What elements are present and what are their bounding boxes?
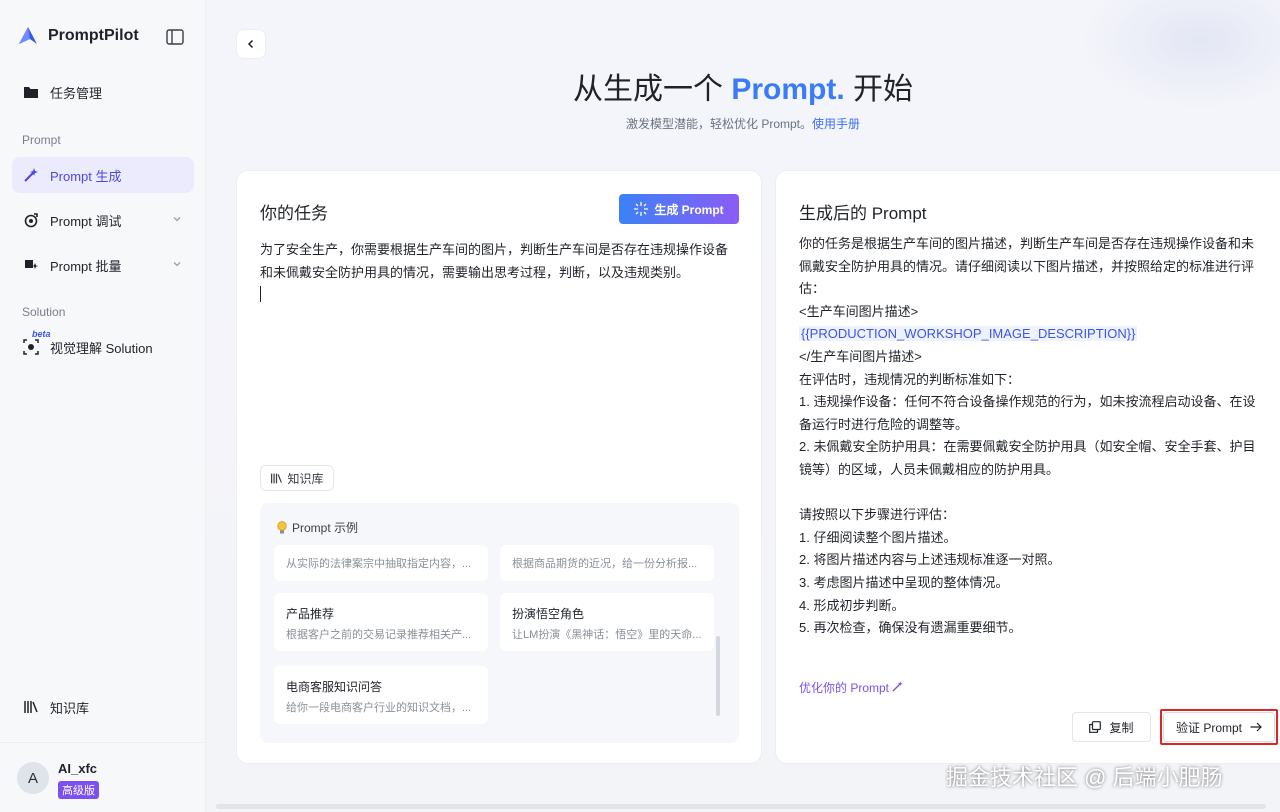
sidebar-item-label: 任务管理 <box>50 85 103 101</box>
example-card[interactable]: 电商客服知识问答 给你一段电商客户行业的知识文档，... <box>274 666 488 724</box>
prompt-line: </生产车间图片描述> <box>799 348 922 364</box>
example-card[interactable]: 产品推荐 根据客户之前的交易记录推荐相关产... <box>274 593 488 651</box>
generated-prompt[interactable]: 你的任务是根据生产车间的图片描述，判断生产车间是否存在违规操作设备和未佩戴安全防… <box>799 233 1262 640</box>
sidebar-item-label: Prompt 生成 <box>50 168 122 184</box>
output-panel-title: 生成后的 Prompt <box>799 204 927 223</box>
title-text: 开始 <box>844 73 914 106</box>
template-variable: {{PRODUCTION_WORKSHOP_IMAGE_DESCRIPTION}… <box>799 326 1138 342</box>
prompt-line: 2. 将图片描述内容与上述违规标准逐一对照。 <box>799 552 1061 568</box>
books-icon <box>271 473 283 483</box>
knowledge-base-button[interactable]: 知识库 <box>260 465 334 491</box>
task-input[interactable]: 为了安全生产，你需要根据生产车间的图片，判断生产车间是否存在违规操作设备和未佩戴… <box>260 238 740 284</box>
example-desc: 给你一段电商客户行业的知识文档，... <box>286 702 472 714</box>
optimize-prompt-link[interactable]: 优化你的 Prompt <box>799 679 903 696</box>
example-title: 电商客服知识问答 <box>286 680 383 694</box>
optimize-label: 优化你的 Prompt <box>799 681 890 695</box>
copy-icon <box>1089 721 1102 733</box>
example-card[interactable]: 根据商品期货的近况，给一份分析报... <box>500 545 714 581</box>
prompt-line: <生产车间图片描述> <box>799 303 919 319</box>
sidebar-item-label: 视觉理解 Solution <box>50 340 153 356</box>
examples-title: Prompt 示例 <box>276 519 358 536</box>
highlight-box <box>1160 709 1278 745</box>
prompt-line: 在评估时，违规情况的判断标准如下： <box>799 371 1021 387</box>
example-desc: 根据客户之前的交易记录推荐相关产... <box>286 629 472 641</box>
avatar[interactable]: A <box>17 762 49 794</box>
example-card[interactable]: 扮演悟空角色 让LM扮演《黑神话：悟空》里的天命... <box>500 593 714 651</box>
examples-scrollbar[interactable] <box>716 551 720 723</box>
sidebar-item-prompt-debug[interactable]: Prompt 调试 <box>12 202 194 238</box>
page-subtitle: 激发模型潜能，轻松优化 Prompt。使用手册 <box>206 115 1280 132</box>
batch-icon <box>22 256 40 274</box>
sidebar-item-prompt-generate[interactable]: Prompt 生成 <box>12 157 194 193</box>
magic-wand-icon <box>892 681 903 692</box>
title-accent: Prompt. <box>731 73 845 106</box>
section-label-prompt: Prompt <box>22 133 61 147</box>
prompt-line: {{PRODUCTION_WORKSHOP_IMAGE_DESCRIPTION}… <box>799 323 1262 346</box>
prompt-line: 1. 仔细阅读整个图片描述。 <box>799 529 957 545</box>
prompt-line: 3. 考虑图片描述中呈现的整体情况。 <box>799 574 1009 590</box>
sidebar-item-knowledge-base[interactable]: 知识库 <box>12 689 194 725</box>
prompt-line <box>799 482 1262 505</box>
sidebar-item-label: Prompt 批量 <box>50 258 122 274</box>
title-text: 从生成一个 <box>572 73 732 106</box>
chevron-down-icon <box>173 262 181 267</box>
knowledge-base-label: 知识库 <box>287 471 324 486</box>
sidebar-item-label: 知识库 <box>50 700 90 716</box>
text-caret <box>260 286 261 302</box>
folder-icon <box>22 83 40 101</box>
generate-prompt-label: 生成 Prompt <box>654 202 724 217</box>
example-card[interactable]: 从实际的法律案宗中抽取指定内容，... <box>274 545 488 581</box>
example-title: 产品推荐 <box>286 607 335 621</box>
debug-icon <box>22 211 40 229</box>
chevron-down-icon <box>173 217 181 222</box>
lightbulb-icon <box>277 520 287 533</box>
chevron-left-icon <box>247 39 254 49</box>
prompt-line: 1. 违规操作设备：任何不符合设备操作规范的行为，如未按流程启动设备、在设备运行… <box>799 394 1256 432</box>
user-profile[interactable]: A AI_xfc 高级版 <box>0 742 206 812</box>
plan-badge: 高级版 <box>58 781 99 799</box>
example-desc: 根据商品期货的近况，给一份分析报... <box>512 558 698 570</box>
prompt-line: 4. 形成初步判断。 <box>799 597 905 613</box>
sidebar: PromptPilot 任务管理 Prompt Prompt 生成 Prompt… <box>0 0 206 812</box>
sidebar-item-visual-solution[interactable]: 视觉理解 Solution <box>12 329 194 365</box>
wand-icon <box>22 166 40 184</box>
prompt-line: 5. 再次检查，确保没有遗漏重要细节。 <box>799 620 1022 636</box>
copy-button[interactable]: 复制 <box>1072 712 1151 742</box>
prompt-line: 请按照以下步骤进行评估： <box>799 507 956 523</box>
subtitle-text: 激发模型潜能，轻松优化 Prompt。 <box>625 117 812 131</box>
copy-label: 复制 <box>1109 720 1134 735</box>
scrollbar-thumb[interactable] <box>716 636 720 716</box>
manual-link[interactable]: 使用手册 <box>812 117 860 131</box>
prompt-line: 2. 未佩戴安全防护用具：在需要佩戴安全防护用具（如安全帽、安全手套、护目镜等）… <box>799 439 1256 477</box>
logo[interactable]: PromptPilot <box>16 24 139 48</box>
prompt-examples: Prompt 示例 从实际的法律案宗中抽取指定内容，... 根据商品期货的近况，… <box>260 503 739 743</box>
sidebar-item-prompt-batch[interactable]: Prompt 批量 <box>12 247 194 283</box>
generate-prompt-button[interactable]: 生成 Prompt <box>619 194 739 224</box>
prompt-line: 你的任务是根据生产车间的图片描述，判断生产车间是否存在违规操作设备和未佩戴安全防… <box>799 236 1255 297</box>
back-button[interactable] <box>236 29 266 59</box>
example-desc: 让LM扮演《黑神话：悟空》里的天命... <box>512 629 702 641</box>
books-icon <box>22 698 40 716</box>
sparkle-icon <box>634 202 649 216</box>
task-panel-title: 你的任务 <box>260 204 328 223</box>
page-title: 从生成一个 Prompt. 开始 <box>206 64 1280 108</box>
example-desc: 从实际的法律案宗中抽取指定内容，... <box>286 558 472 570</box>
example-title: 扮演悟空角色 <box>512 607 585 621</box>
visual-icon <box>22 338 40 356</box>
task-panel: 你的任务 生成 Prompt 为了安全生产，你需要根据生产车间的图片，判断生产车… <box>236 170 762 764</box>
username: AI_xfc <box>58 761 98 776</box>
examples-title-text: Prompt 示例 <box>292 521 359 535</box>
horizontal-scrollbar[interactable] <box>216 804 1266 809</box>
app-name: PromptPilot <box>48 27 139 44</box>
sidebar-item-task-management[interactable]: 任务管理 <box>12 74 194 110</box>
sidebar-collapse-icon[interactable] <box>166 29 184 45</box>
sidebar-item-label: Prompt 调试 <box>50 213 122 229</box>
watermark: 掘金技术社区 @ 后端小肥肠 <box>946 765 1223 790</box>
logo-icon <box>19 27 37 44</box>
output-panel: 生成后的 Prompt 你的任务是根据生产车间的图片描述，判断生产车间是否存在违… <box>775 170 1280 764</box>
main-content: 从生成一个 Prompt. 开始 激发模型潜能，轻松优化 Prompt。使用手册… <box>206 0 1280 812</box>
section-label-solution: Solution <box>22 305 66 319</box>
